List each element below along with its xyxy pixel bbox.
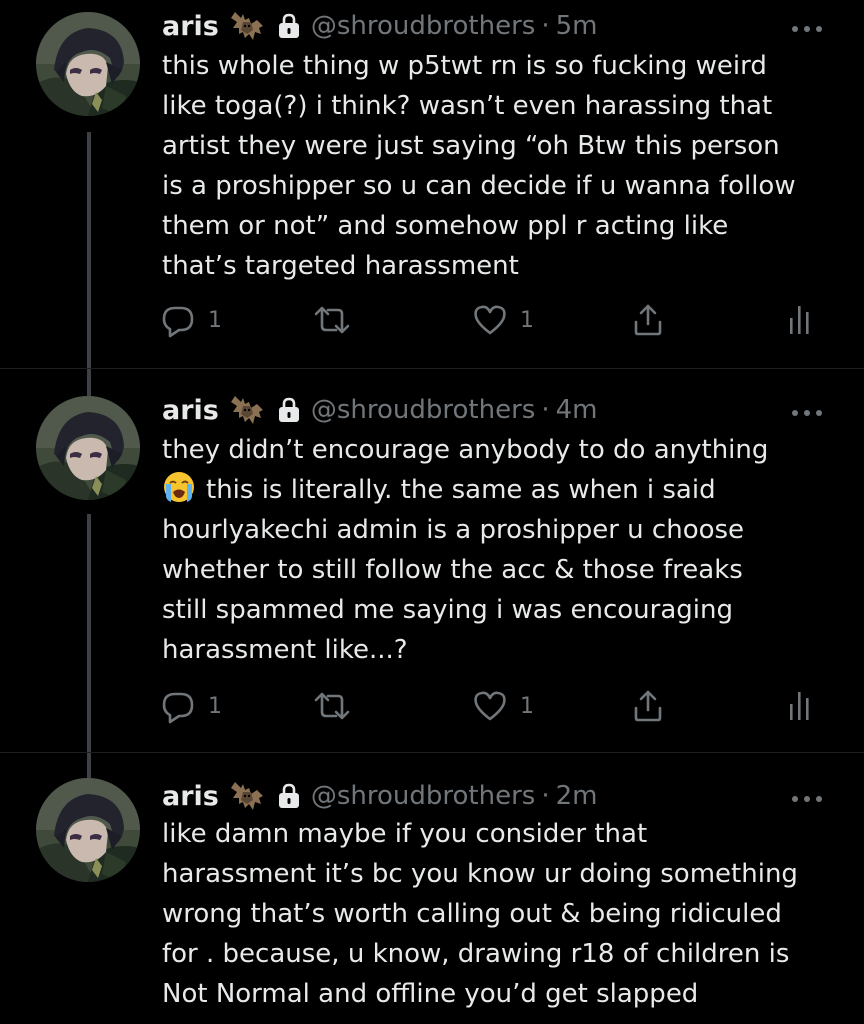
display-name[interactable]: aris xyxy=(162,395,219,426)
like-button[interactable]: 1 xyxy=(472,300,534,340)
retweet-icon xyxy=(310,688,354,724)
retweet-button[interactable] xyxy=(310,300,354,340)
separator-dot: · xyxy=(541,395,550,425)
reply-count: 1 xyxy=(208,693,222,719)
more-icon[interactable] xyxy=(790,24,824,34)
analytics-icon xyxy=(785,688,815,724)
tweet-text: they didn’t encourage anybody to do anyt… xyxy=(162,430,852,670)
analytics-button[interactable] xyxy=(785,686,815,726)
tweet-header: aris @shroudbrothers · 2m xyxy=(162,774,597,818)
loudly-crying-face-emoji xyxy=(162,470,196,504)
avatar[interactable] xyxy=(36,12,140,116)
timestamp[interactable]: 5m xyxy=(556,11,598,41)
bat-icon xyxy=(229,778,267,814)
timestamp[interactable]: 2m xyxy=(556,781,598,811)
timestamp[interactable]: 4m xyxy=(556,395,598,425)
tweet[interactable]: aris @shroudbrothers · 5m this whole thi… xyxy=(0,0,864,368)
timeline: aris @shroudbrothers · 5m this whole thi… xyxy=(0,0,864,1024)
separator-dot: · xyxy=(541,11,550,41)
share-button[interactable] xyxy=(630,686,666,726)
more-icon[interactable] xyxy=(790,408,824,418)
reply-button[interactable]: 1 xyxy=(160,686,222,726)
tweet-text: like damn maybe if you consider that har… xyxy=(162,819,798,1009)
heart-icon xyxy=(472,302,508,338)
bat-icon xyxy=(229,8,267,44)
heart-icon xyxy=(472,688,508,724)
user-handle[interactable]: @shroudbrothers xyxy=(311,395,535,425)
display-name[interactable]: aris xyxy=(162,781,219,812)
share-icon xyxy=(630,688,666,724)
tweet-header: aris @shroudbrothers · 5m xyxy=(162,4,597,48)
reply-button[interactable]: 1 xyxy=(160,300,222,340)
lock-icon xyxy=(277,783,301,809)
user-handle[interactable]: @shroudbrothers xyxy=(311,781,535,811)
share-icon xyxy=(630,302,666,338)
tweet-actions: 1 1 xyxy=(160,300,830,340)
avatar[interactable] xyxy=(36,778,140,882)
tweet[interactable]: aris @shroudbrothers · 4m they didn’t en… xyxy=(0,376,864,752)
user-handle[interactable]: @shroudbrothers xyxy=(311,11,535,41)
divider xyxy=(0,368,864,369)
analytics-button[interactable] xyxy=(785,300,815,340)
analytics-icon xyxy=(785,302,815,338)
reply-count: 1 xyxy=(208,307,222,333)
like-count: 1 xyxy=(520,693,534,719)
like-button[interactable]: 1 xyxy=(472,686,534,726)
like-count: 1 xyxy=(520,307,534,333)
tweet-actions: 1 1 xyxy=(160,686,830,726)
more-icon[interactable] xyxy=(790,794,824,804)
bat-icon xyxy=(229,392,267,428)
avatar[interactable] xyxy=(36,396,140,500)
tweet-text-line: they didn’t encourage anybody to do anyt… xyxy=(162,435,769,465)
share-button[interactable] xyxy=(630,300,666,340)
tweet[interactable]: aris @shroudbrothers · 2m like damn mayb… xyxy=(0,760,864,1024)
display-name[interactable]: aris xyxy=(162,11,219,42)
tweet-header: aris @shroudbrothers · 4m xyxy=(162,388,597,432)
tweet-text: this whole thing w p5twt rn is so fuckin… xyxy=(162,51,796,281)
divider xyxy=(0,752,864,753)
tweet-text-rest: this is literally. the same as when i sa… xyxy=(162,475,745,665)
lock-icon xyxy=(277,397,301,423)
retweet-icon xyxy=(310,302,354,338)
lock-icon xyxy=(277,13,301,39)
separator-dot: · xyxy=(541,781,550,811)
reply-icon xyxy=(160,302,196,338)
retweet-button[interactable] xyxy=(310,686,354,726)
reply-icon xyxy=(160,688,196,724)
